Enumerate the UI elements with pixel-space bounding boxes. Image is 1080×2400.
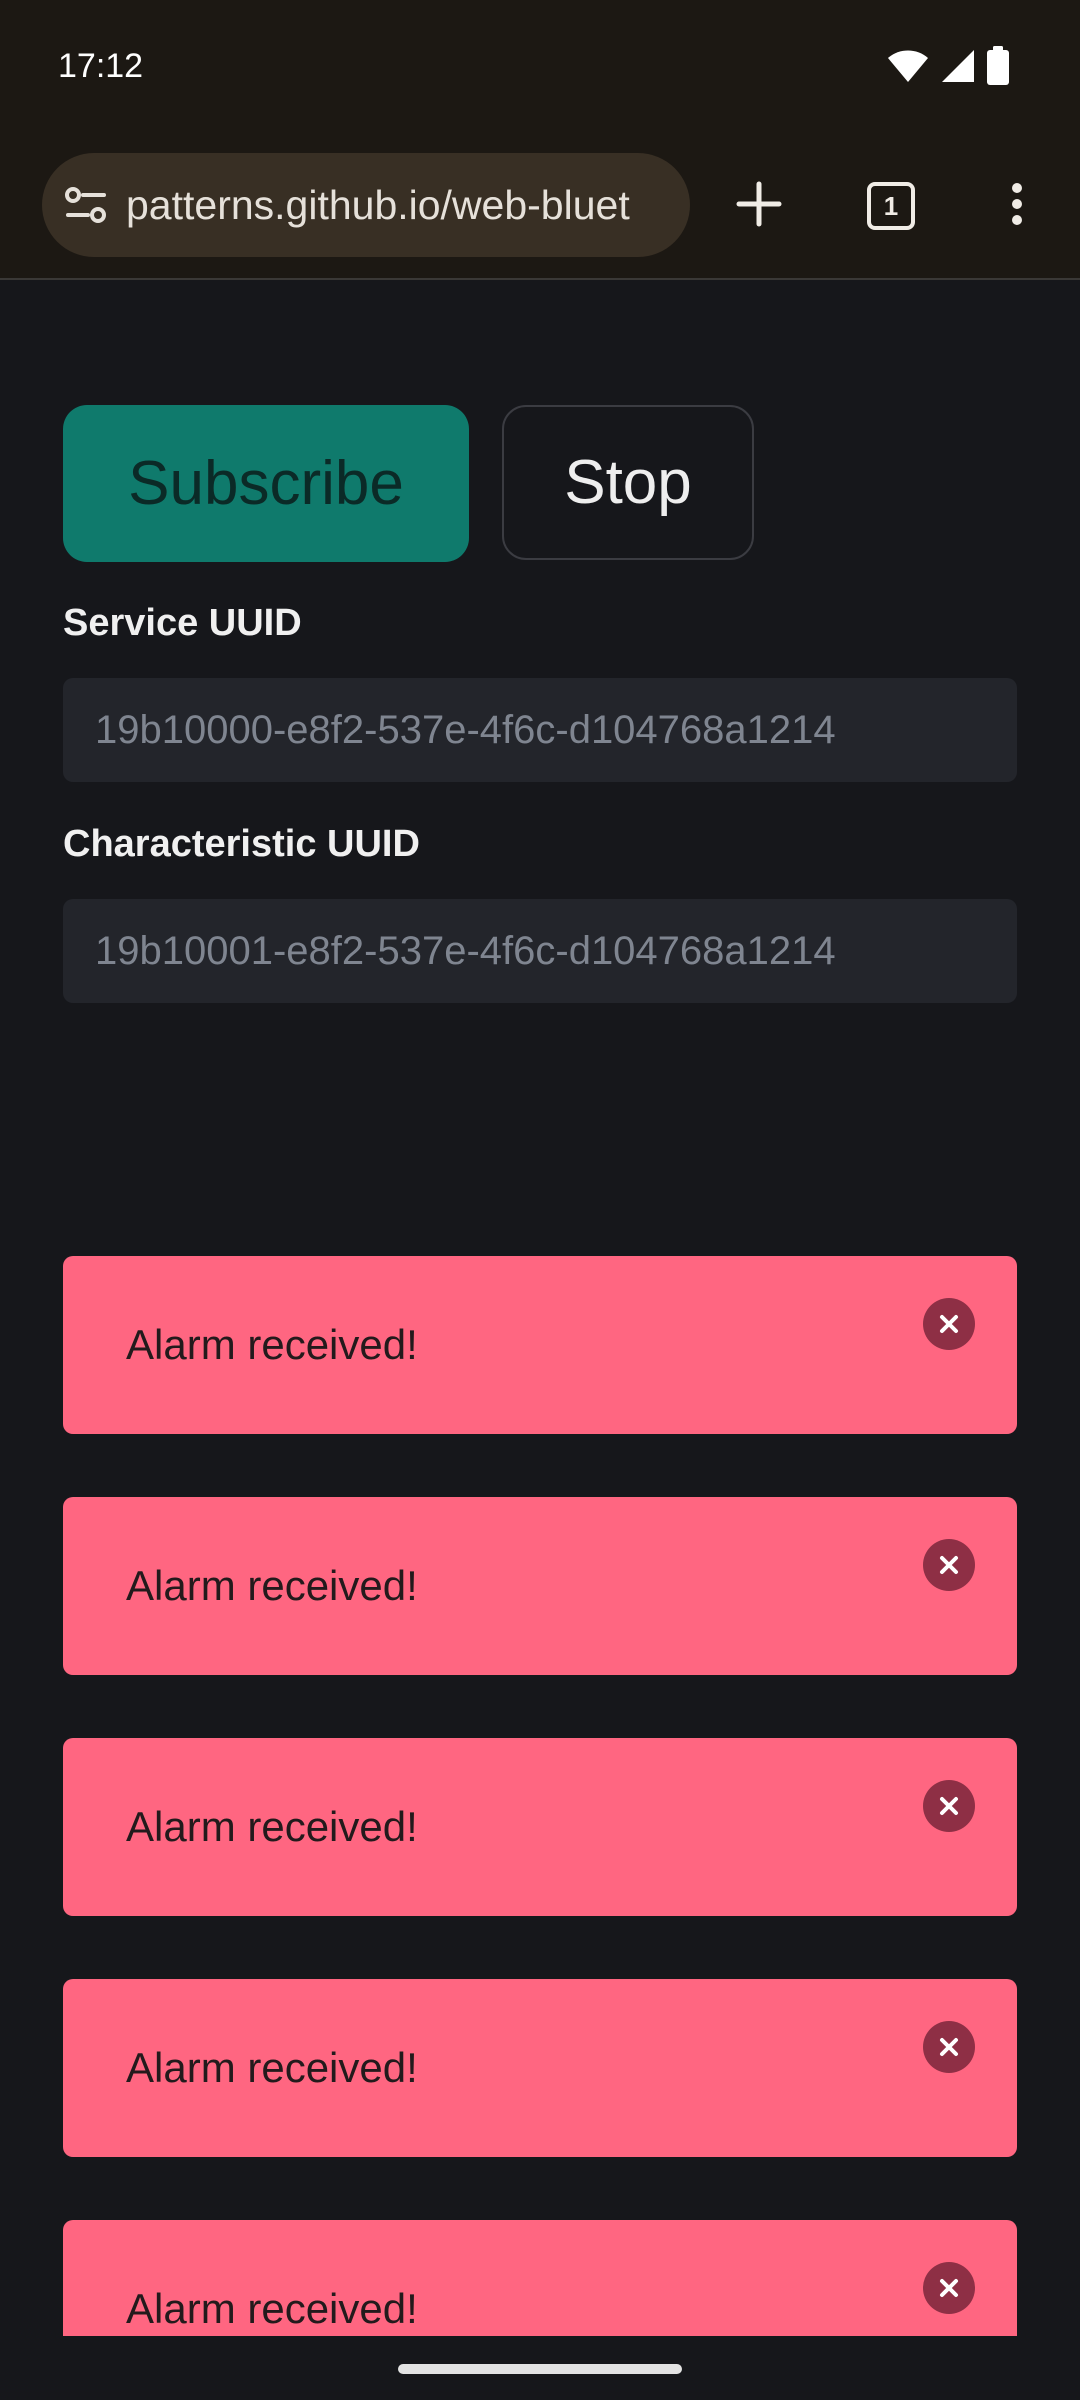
alert-message: Alarm received!: [126, 2285, 418, 2332]
tab-switcher-icon: 1: [867, 182, 915, 230]
url-text[interactable]: patterns.github.io/web-bluet: [126, 153, 686, 257]
close-icon[interactable]: [923, 2262, 975, 2314]
alert-notification: Alarm received!: [63, 1256, 1017, 1434]
alert-message: Alarm received!: [126, 1321, 418, 1368]
service-uuid-label: Service UUID: [63, 602, 302, 644]
status-bar: 17:12: [0, 0, 1080, 132]
site-settings-icon[interactable]: [64, 183, 108, 227]
alert-message: Alarm received!: [126, 1562, 418, 1609]
characteristic-uuid-label: Characteristic UUID: [63, 823, 420, 865]
service-uuid-input[interactable]: [63, 678, 1017, 782]
close-icon[interactable]: [923, 1298, 975, 1350]
browser-toolbar: patterns.github.io/web-bluet 1: [0, 132, 1080, 280]
battery-icon: [986, 46, 1010, 86]
cellular-signal-icon: [940, 48, 976, 84]
close-icon[interactable]: [923, 1539, 975, 1591]
subscribe-button[interactable]: Subscribe: [63, 405, 469, 562]
characteristic-uuid-input[interactable]: [63, 899, 1017, 1003]
tab-count: 1: [883, 191, 899, 221]
address-bar[interactable]: patterns.github.io/web-bluet: [42, 153, 690, 257]
more-menu-icon: [1011, 182, 1023, 231]
more-menu-button[interactable]: [973, 162, 1061, 250]
alerts-container: Alarm received! Alarm received! Alarm re…: [0, 1240, 1080, 2336]
alert-notification: Alarm received!: [63, 1497, 1017, 1675]
status-time: 17:12: [58, 47, 144, 85]
new-tab-icon: [735, 180, 783, 233]
alert-notification: Alarm received!: [63, 1738, 1017, 1916]
close-icon[interactable]: [923, 1780, 975, 1832]
alert-message: Alarm received!: [126, 1803, 418, 1850]
alert-message: Alarm received!: [126, 2044, 418, 2091]
tab-switcher-button[interactable]: 1: [847, 162, 935, 250]
new-tab-button[interactable]: [715, 162, 803, 250]
alert-notification: Alarm received!: [63, 2220, 1017, 2336]
alerts-list: Alarm received! Alarm received! Alarm re…: [63, 1256, 1017, 2336]
stop-button[interactable]: Stop: [502, 405, 754, 560]
close-icon[interactable]: [923, 2021, 975, 2073]
status-icons: [886, 44, 1010, 88]
gesture-navigation-bar[interactable]: [398, 2364, 682, 2374]
alert-notification: Alarm received!: [63, 1979, 1017, 2157]
wifi-icon: [886, 48, 930, 84]
